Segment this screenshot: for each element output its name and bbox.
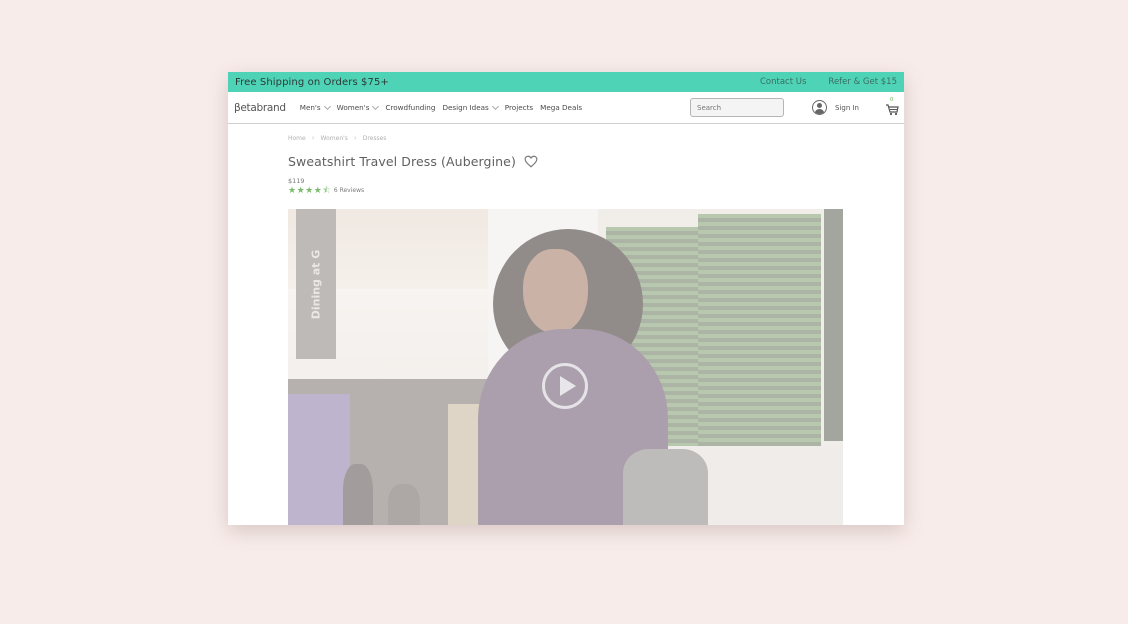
search-input[interactable]: [690, 98, 784, 117]
star-icon: ★: [288, 185, 297, 195]
contact-us-link[interactable]: Contact Us: [760, 77, 806, 87]
nav-item-projects[interactable]: Projects: [505, 103, 533, 112]
play-button[interactable]: [542, 363, 588, 409]
chevron-down-icon: [323, 102, 331, 110]
nav-item-label: Mega Deals: [540, 103, 583, 112]
nav-item-label: Projects: [504, 103, 534, 112]
title-row: Sweatshirt Travel Dress (Aubergine): [288, 154, 844, 169]
chevron-down-icon: [491, 102, 499, 110]
nav-item-label: Crowdfunding: [385, 103, 436, 112]
play-icon: [559, 376, 576, 396]
cart-button[interactable]: 0: [885, 97, 899, 116]
refer-link[interactable]: Refer & Get $15: [828, 77, 897, 87]
nav-menu: Men's Women's Crowdfunding Design Ideas …: [299, 102, 582, 112]
logo[interactable]: βetabrand: [234, 102, 286, 114]
breadcrumb-womens[interactable]: Women's: [321, 135, 348, 142]
star-icon: ★: [296, 185, 305, 195]
cart-count: 0: [890, 97, 894, 103]
user-icon[interactable]: [812, 100, 827, 115]
star-rating: ★ ★ ★ ★ ⯪: [288, 186, 331, 195]
promo-bar: Free Shipping on Orders $75+ Contact Us …: [228, 72, 904, 92]
nav-item-label: Design Ideas: [442, 103, 489, 112]
sign-in-link[interactable]: Sign In: [835, 104, 859, 112]
breadcrumb-separator-icon: ›: [311, 134, 315, 142]
product-title: Sweatshirt Travel Dress (Aubergine): [288, 154, 516, 169]
product-video[interactable]: Dining at G: [288, 209, 843, 525]
promo-links: Contact Us Refer & Get $15: [760, 77, 897, 87]
breadcrumb-separator-icon: ›: [353, 134, 357, 142]
nav-item-womens[interactable]: Women's: [336, 102, 380, 112]
browser-window: Free Shipping on Orders $75+ Contact Us …: [228, 72, 904, 525]
breadcrumb-home[interactable]: Home: [288, 135, 306, 142]
breadcrumb: Home › Women's › Dresses: [288, 134, 844, 142]
star-icon: ★: [305, 185, 314, 195]
chevron-down-icon: [372, 102, 380, 110]
star-icon: ★: [313, 185, 322, 195]
nav-item-crowdfunding[interactable]: Crowdfunding: [385, 103, 435, 112]
rating-row: ★ ★ ★ ★ ⯪ 6 Reviews: [288, 186, 844, 195]
nav-item-mega-deals[interactable]: Mega Deals: [540, 103, 582, 112]
nav-item-label: Women's: [336, 103, 370, 112]
product-header: Home › Women's › Dresses Sweatshirt Trav…: [288, 134, 844, 195]
promo-message: Free Shipping on Orders $75+: [235, 76, 389, 88]
nav-item-design-ideas[interactable]: Design Ideas: [442, 102, 499, 112]
half-star-icon: ⯪: [322, 185, 331, 195]
product-price: $119: [288, 177, 305, 185]
main-nav: βetabrand Men's Women's Crowdfunding Des…: [228, 92, 904, 124]
nav-item-mens[interactable]: Men's: [299, 102, 331, 112]
breadcrumb-dresses[interactable]: Dresses: [363, 135, 387, 142]
nav-item-label: Men's: [299, 103, 321, 112]
reviews-link[interactable]: 6 Reviews: [334, 187, 364, 194]
heart-icon[interactable]: [524, 155, 538, 168]
